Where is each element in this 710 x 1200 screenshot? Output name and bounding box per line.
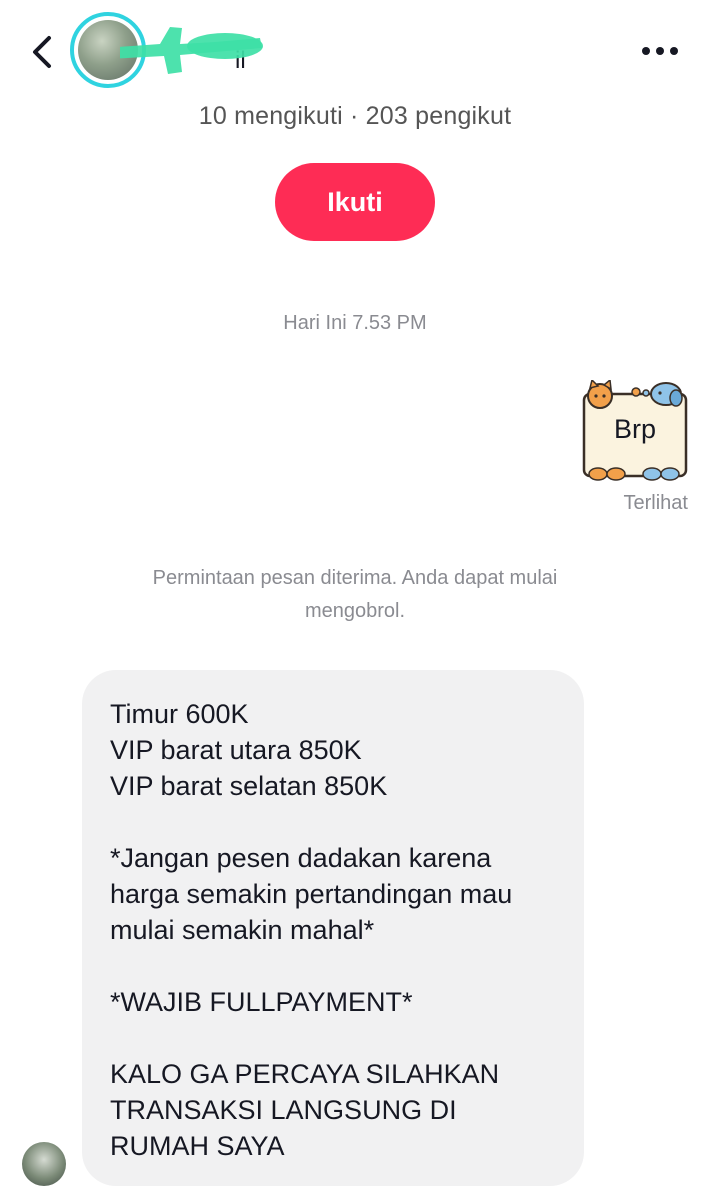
chevron-left-icon xyxy=(33,36,51,68)
message-line xyxy=(110,1020,556,1056)
seen-status: Terlihat xyxy=(623,492,688,514)
message-line xyxy=(110,948,556,984)
more-horizontal-icon xyxy=(642,47,678,55)
message-line: VIP barat selatan 850K xyxy=(110,771,388,801)
chat-timestamp: Hari Ini 7.53 PM xyxy=(283,312,427,334)
sent-sticker-message[interactable]: Brp xyxy=(580,380,690,484)
message-line: harga semakin pertandingan mau xyxy=(110,879,513,909)
message-line: KALO GA PERCAYA SILAHKAN xyxy=(110,1059,500,1089)
sticker-text: Brp xyxy=(613,414,657,444)
system-message: Permintaan pesan diterima. Anda dapat mu… xyxy=(152,567,558,622)
message-line: *WAJIB FULLPAYMENT* xyxy=(110,987,413,1017)
more-options-button[interactable] xyxy=(636,36,684,66)
message-line: Timur 600K xyxy=(110,699,249,729)
message-line: mulai semakin mahal* xyxy=(110,915,375,945)
sender-avatar[interactable] xyxy=(22,1142,66,1186)
follow-button[interactable]: Ikuti xyxy=(275,163,435,241)
back-button[interactable] xyxy=(22,30,62,74)
incoming-message-bubble[interactable]: Timur 600K VIP barat utara 850K VIP bara… xyxy=(82,670,584,1186)
message-line: RUMAH SAYA xyxy=(110,1131,285,1161)
message-line xyxy=(110,804,556,840)
message-line: TRANSAKSI LANGSUNG DI xyxy=(110,1095,457,1125)
message-line: *Jangan pesen dadakan karena xyxy=(110,843,492,873)
redacted-username: il xyxy=(120,27,263,74)
follow-stats: 10 mengikuti · 203 pengikut xyxy=(198,102,512,130)
message-line: VIP barat utara 850K xyxy=(110,735,362,765)
